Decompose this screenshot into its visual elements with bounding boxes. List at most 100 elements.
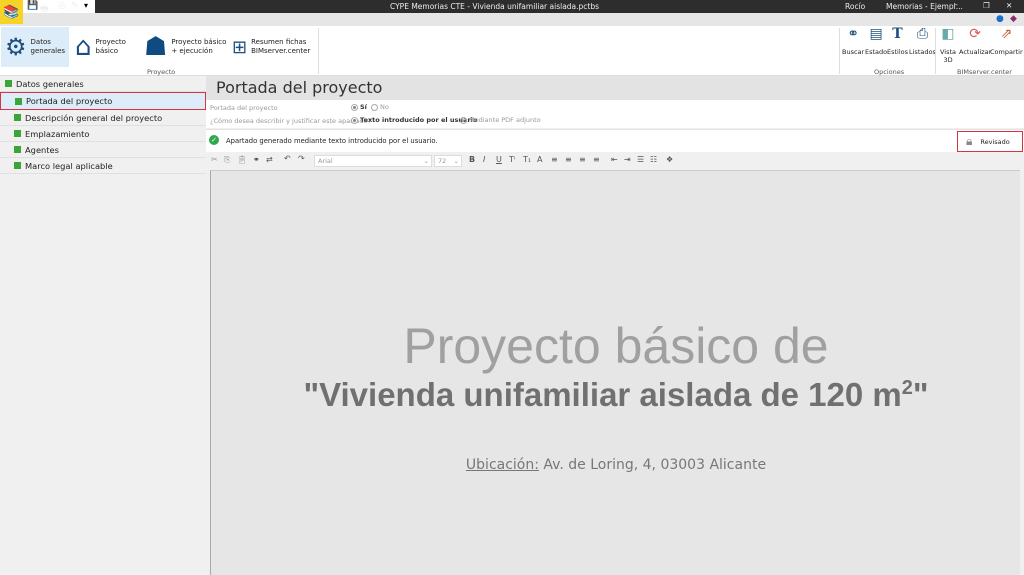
text: " [912,376,929,413]
binoculars-icon: ⚭ [847,26,859,42]
editor-toolbar: ✂ ⎘ 📋︎ ⚭ ⇄ ↶ ↷ Arial ⌄ 72 ⌄ B I U Tⁱ T₁ A … [206,153,1024,169]
status-square-icon [14,162,21,169]
close-button[interactable]: ✕ [1006,1,1012,10]
underline-icon[interactable]: U [496,155,502,164]
share-icon: ⇗ [1000,26,1013,42]
text: "Vivienda unifamiliar aislada de 120 m [303,376,902,413]
label: Agentes [25,144,59,155]
estado-button[interactable]: ▤ Estado [865,26,887,56]
align-center-icon[interactable]: ≡ [565,155,572,164]
sidebar-tree: Datos generales Portada del proyecto Des… [0,76,206,575]
tree-root-datos-generales[interactable]: Datos generales [0,76,206,92]
proyecto-basico-ejecucion-button[interactable]: ☗ Proyecto básico + ejecución [144,27,226,67]
minimize-button[interactable]: – [954,0,958,9]
document-editor[interactable]: Proyecto básico de "Vivienda unifamiliar… [210,170,1020,575]
globe-icon[interactable]: ● [996,14,1004,24]
refresh-icon: ⟳ [969,26,981,42]
app-logo[interactable]: 📚 [0,0,23,24]
superscript-icon[interactable]: Tⁱ [509,155,515,164]
undo-icon[interactable]: ↶ [284,154,291,163]
copy-icon[interactable]: ⎘ [224,155,230,165]
settings-icon[interactable]: ◎ [58,1,66,11]
listados-button[interactable]: ⎙ Listados [909,27,936,56]
buscar-button[interactable]: ⚭ Buscar [842,26,865,56]
label: Actualizar [959,48,992,56]
document-icon: ▤ [869,26,883,42]
estilos-button[interactable]: T Estilos [887,26,908,56]
radio-pdf-adjunto[interactable]: Mediante PDF adjunto [460,116,541,124]
label: Portada del proyecto [26,96,113,106]
font-family-select[interactable]: Arial ⌄ [314,155,432,167]
label: + ejecución [171,47,213,55]
label: Emplazamiento [25,128,90,139]
label: Revisado [980,137,1010,146]
customize-dropdown-icon[interactable]: ▾ [84,1,88,10]
book-icon[interactable]: ◆ [1010,14,1017,24]
justify-icon[interactable]: ≡ [593,155,600,164]
font-size-select[interactable]: 72 ⌄ [434,155,462,167]
doc-location: Ubicación: Av. de Loring, 4, 03003 Alica… [211,457,1021,473]
status-square-icon [14,130,21,137]
proyecto-basico-button[interactable]: ⌂ Proyecto básico [75,27,126,67]
radio-texto-usuario[interactable]: Texto introducido por el usuario [351,116,477,124]
divider [318,28,319,74]
group-label-bimserver: BIMserver.center [957,68,1012,76]
user-name[interactable]: Rocío [845,2,865,11]
project-name[interactable]: Memorias - Ejempl... [886,2,963,11]
edit-icon[interactable]: ✎ [71,1,79,11]
label: BIMserver.center [251,47,311,55]
cut-icon[interactable]: ✂ [211,155,218,164]
insert-image-icon[interactable]: ❖ [666,155,673,164]
maximize-button[interactable]: ❐ [983,1,990,10]
label: Buscar [842,48,865,56]
compartir-button[interactable]: ⇗ Compartir [990,26,1023,56]
label: 3D [943,56,953,64]
revisado-button[interactable]: 🔒︎ Revisado [957,131,1023,152]
status-square-icon [14,146,21,153]
increase-indent-icon[interactable]: ⇥ [624,155,631,164]
tree-item-agentes[interactable]: Agentes [0,142,206,158]
bullet-list-icon[interactable]: ☰ [637,155,644,164]
tree-item-portada[interactable]: Portada del proyecto [0,92,206,110]
label: Proyecto básico [171,38,227,46]
align-right-icon[interactable]: ≡ [579,155,586,164]
describe-question: ¿Cómo desea describir y justificar este … [210,117,371,125]
numbered-list-icon[interactable]: ☷ [650,155,657,164]
font-color-icon[interactable]: A [537,155,542,164]
radio-si[interactable]: Sí [351,103,367,111]
bold-icon[interactable]: B [469,155,475,164]
tree-item-descripcion[interactable]: Descripción general del proyecto [0,110,206,126]
group-label-proyecto: Proyecto [147,68,176,76]
find-icon[interactable]: ⚭ [253,155,260,164]
tree-item-emplazamiento[interactable]: Emplazamiento [0,126,206,142]
save-icon[interactable]: 💾 [27,1,38,11]
house-outline-icon: ⌂ [75,31,92,62]
text-style-icon: T [892,26,903,42]
datos-generales-button[interactable]: ⚙ Datos generales [1,27,69,67]
tree-item-marco-legal[interactable]: Marco legal aplicable [0,158,206,174]
decrease-indent-icon[interactable]: ⇤ [611,155,618,164]
label: básico [95,47,118,55]
paste-icon[interactable]: 📋︎ [237,155,247,164]
page-title: Portada del proyecto [206,76,1024,100]
label: Datos generales [16,78,84,89]
check-circle-icon: ✓ [209,135,219,145]
label: Compartir [990,48,1023,56]
resumen-fichas-button[interactable]: ⊞ Resumen fichas BIMserver.center [232,27,310,67]
portada-question: Portada del proyecto [210,104,278,112]
status-square-icon [15,97,22,105]
chevron-down-icon: ⌄ [423,157,429,165]
radio-no[interactable]: No [371,103,389,111]
vista-3d-button[interactable]: ◧ Vista 3D [940,27,956,64]
actualizar-button[interactable]: ⟳ Actualizar [959,26,992,56]
doc-project-name: "Vivienda unifamiliar aislada de 120 m2" [211,376,1021,414]
redo-icon[interactable]: ↷ [298,154,305,163]
label: 72 [438,157,447,165]
radio-icon [460,116,467,124]
align-left-icon[interactable]: ≡ [551,155,558,164]
label: Arial [318,157,333,165]
subscript-icon[interactable]: T₁ [523,155,531,164]
status-square-icon [14,114,21,121]
italic-icon[interactable]: I [483,155,485,164]
replace-icon[interactable]: ⇄ [266,155,273,164]
